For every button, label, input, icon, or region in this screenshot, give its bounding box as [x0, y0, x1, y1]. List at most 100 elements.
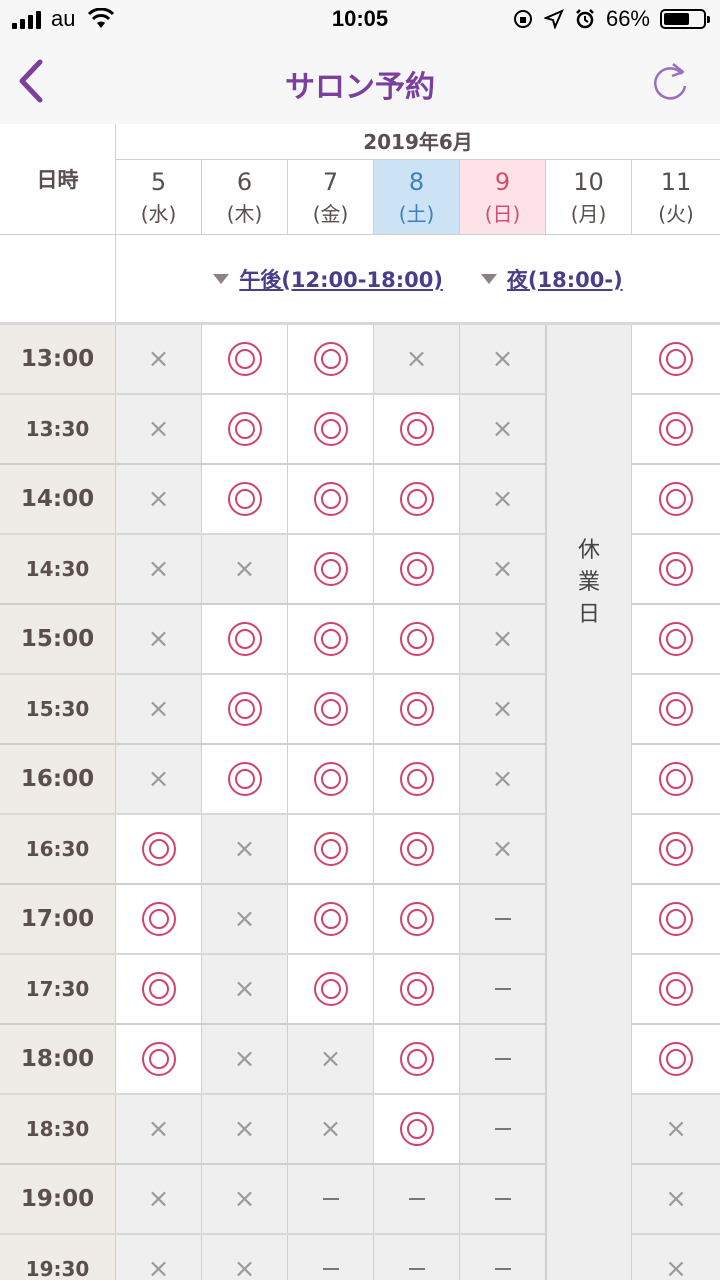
dash-icon [408, 1268, 425, 1270]
cross-icon: × [491, 414, 514, 444]
slot-available[interactable] [288, 465, 374, 533]
location-icon [543, 9, 564, 29]
day-number: 11 [660, 168, 692, 196]
filter-afternoon-link[interactable]: 午後(12:00-18:00) [239, 264, 443, 294]
slot-available[interactable] [374, 745, 460, 813]
cross-icon: × [319, 1044, 342, 1074]
day-header[interactable]: 6 (木) [202, 160, 288, 235]
slot-full: × [116, 605, 202, 673]
slot-available[interactable] [632, 815, 720, 883]
slot-available[interactable] [374, 885, 460, 953]
slot-available[interactable] [374, 395, 460, 463]
dash-icon [322, 1268, 339, 1270]
slot-available[interactable] [202, 395, 288, 463]
slot-full: × [116, 1165, 202, 1233]
slot-available[interactable] [288, 675, 374, 743]
day-header-sunday[interactable]: 9 (日) [460, 160, 546, 235]
slot-available[interactable] [116, 885, 202, 953]
slot-available[interactable] [632, 1025, 720, 1093]
cross-icon: × [491, 764, 514, 794]
slot-unavailable [374, 1165, 460, 1233]
slot-available[interactable] [288, 955, 374, 1023]
slot-available[interactable] [202, 325, 288, 393]
day-of-week: (月) [570, 202, 607, 226]
slot-available[interactable] [632, 745, 720, 813]
cross-icon: × [147, 484, 170, 514]
double-circle-icon [659, 832, 693, 866]
dash-icon [322, 1198, 339, 1200]
slot-available[interactable] [374, 815, 460, 883]
day-of-week: (木) [226, 202, 263, 226]
slot-available[interactable] [116, 1025, 202, 1093]
slot-available[interactable] [288, 325, 374, 393]
slot-available[interactable] [116, 815, 202, 883]
slot-available[interactable] [288, 395, 374, 463]
slot-available[interactable] [288, 535, 374, 603]
slot-unavailable [374, 1235, 460, 1280]
day-header-saturday[interactable]: 8 (土) [374, 160, 460, 235]
slot-full: × [632, 1095, 720, 1163]
status-bar: au 10:05 66% [0, 0, 720, 40]
cross-icon: × [233, 904, 256, 934]
slot-available[interactable] [202, 465, 288, 533]
filter-night-link[interactable]: 夜(18:00-) [507, 264, 623, 294]
slot-full: × [202, 885, 288, 953]
header-blank-cell [0, 235, 116, 322]
slot-unavailable [288, 1235, 374, 1280]
slot-available[interactable] [632, 325, 720, 393]
filter-afternoon[interactable]: 午後(12:00-18:00) [213, 264, 443, 294]
double-circle-icon [659, 692, 693, 726]
day-header[interactable]: 11 (火) [632, 160, 720, 235]
day-of-week: (日) [484, 202, 521, 226]
slot-full: × [460, 745, 546, 813]
double-circle-icon [659, 482, 693, 516]
day-number: 9 [494, 168, 511, 196]
cross-icon: × [147, 624, 170, 654]
time-label: 19:30 [0, 1235, 116, 1280]
slot-available[interactable] [202, 675, 288, 743]
slot-available[interactable] [288, 745, 374, 813]
time-label: 17:00 [0, 885, 116, 953]
slot-available[interactable] [288, 815, 374, 883]
slot-full: × [374, 325, 460, 393]
double-circle-icon [313, 552, 348, 586]
slot-available[interactable] [374, 465, 460, 533]
slot-available[interactable] [374, 675, 460, 743]
slot-unavailable [460, 1095, 546, 1163]
slot-full: × [288, 1025, 374, 1093]
slot-available[interactable] [632, 675, 720, 743]
slot-available[interactable] [202, 745, 288, 813]
day-header[interactable]: 7 (金) [288, 160, 374, 235]
filter-night[interactable]: 夜(18:00-) [480, 264, 623, 294]
double-circle-icon [399, 692, 434, 726]
slot-available[interactable] [632, 605, 720, 673]
slot-available[interactable] [632, 535, 720, 603]
slot-available[interactable] [632, 395, 720, 463]
slot-available[interactable] [374, 1025, 460, 1093]
slot-available[interactable] [202, 605, 288, 673]
cross-icon: × [491, 344, 514, 374]
slot-available[interactable] [374, 605, 460, 673]
double-circle-icon [399, 832, 434, 866]
slot-available[interactable] [632, 955, 720, 1023]
slot-available[interactable] [374, 535, 460, 603]
slot-full: × [202, 1025, 288, 1093]
double-circle-icon [227, 622, 262, 656]
slot-unavailable [460, 1165, 546, 1233]
time-filters: 午後(12:00-18:00) 夜(18:00-) [116, 235, 720, 322]
day-header[interactable]: 5 (水) [116, 160, 202, 235]
time-label: 14:00 [0, 465, 116, 533]
slot-available[interactable] [632, 885, 720, 953]
reload-button[interactable] [648, 58, 692, 104]
slot-available[interactable] [288, 885, 374, 953]
slot-available[interactable] [374, 1095, 460, 1163]
cross-icon: × [147, 344, 170, 374]
slot-available[interactable] [116, 955, 202, 1023]
slot-available[interactable] [288, 605, 374, 673]
day-header[interactable]: 10 (月) [546, 160, 632, 235]
slot-available[interactable] [374, 955, 460, 1023]
double-circle-icon [659, 342, 693, 376]
slot-available[interactable] [632, 465, 720, 533]
double-circle-icon [141, 972, 176, 1006]
cross-icon: × [233, 1184, 256, 1214]
